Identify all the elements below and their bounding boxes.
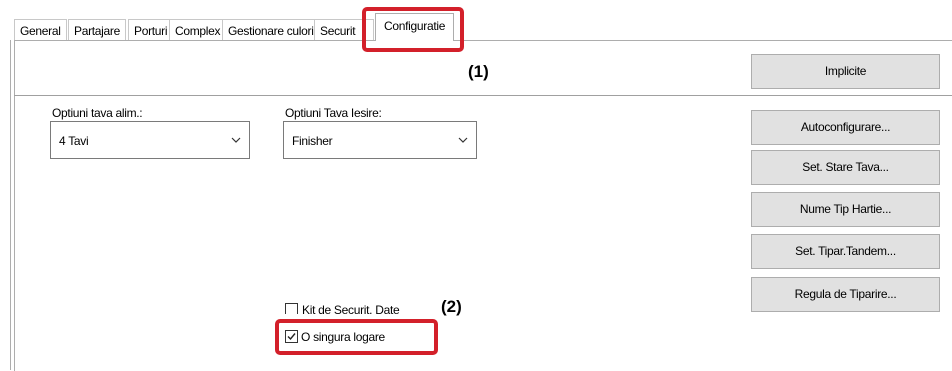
callout-2: (2) (441, 297, 462, 316)
kit-securitate-row: Kit de Securit. Date (283, 302, 443, 314)
highlight-o-singura-logare (275, 319, 438, 355)
input-tray-label: Optiuni tava alim.: (52, 106, 143, 120)
input-tray-value: 4 Tavi (59, 134, 89, 148)
input-tray-select[interactable]: 4 Tavi (50, 121, 250, 159)
set-tipar-tandem-button[interactable]: Set. Tipar.Tandem... (751, 234, 940, 269)
tab-partajare[interactable]: Partajare (68, 19, 126, 41)
callout-1: (1) (468, 62, 489, 81)
tab-complex[interactable]: Complex (169, 19, 227, 41)
chevron-down-icon (231, 137, 241, 143)
implicite-button[interactable]: Implicite (751, 54, 940, 89)
output-tray-select[interactable]: Finisher (283, 121, 477, 159)
output-tray-label: Optiuni Tava Iesire: (285, 106, 382, 120)
autoconfigurare-button[interactable]: Autoconfigurare... (751, 110, 940, 145)
nume-tip-hartie-button[interactable]: Nume Tip Hartie... (751, 192, 940, 227)
tab-general[interactable]: General (14, 19, 67, 41)
kit-securitate-label: Kit de Securit. Date (302, 303, 400, 314)
highlight-configuratie-tab (362, 7, 464, 52)
tab-porturi[interactable]: Porturi (128, 19, 174, 41)
window-edge (10, 40, 11, 370)
tab-gestionare-culori[interactable]: Gestionare culori (222, 19, 320, 41)
chevron-down-icon (458, 137, 468, 143)
kit-securitate-checkbox[interactable] (285, 303, 298, 314)
regula-de-tiparire-button[interactable]: Regula de Tiparire... (751, 277, 940, 312)
output-tray-value: Finisher (292, 134, 333, 148)
separator (14, 95, 952, 96)
set-stare-tava-button[interactable]: Set. Stare Tava... (751, 150, 940, 185)
